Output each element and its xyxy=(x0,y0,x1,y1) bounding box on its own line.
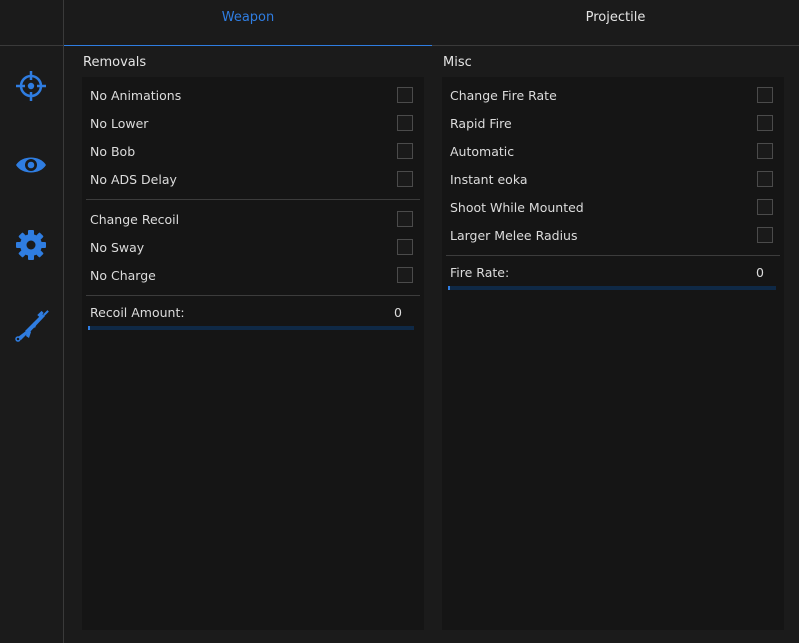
fire-rate-slider[interactable] xyxy=(448,286,776,290)
removals-title: Removals xyxy=(83,55,147,70)
sidebar-item-aimbot[interactable] xyxy=(12,67,50,105)
toggle-label: Rapid Fire xyxy=(450,115,512,131)
misc-panel: Change Fire Rate Rapid Fire Automatic In… xyxy=(442,77,784,630)
toggle-change-fire-rate[interactable]: Change Fire Rate xyxy=(442,81,784,109)
checkbox[interactable] xyxy=(757,171,773,187)
checkbox[interactable] xyxy=(397,143,413,159)
toggle-larger-melee-radius[interactable]: Larger Melee Radius xyxy=(442,221,784,249)
fire-rate-label: Fire Rate: xyxy=(450,265,510,280)
sidebar-item-visuals[interactable] xyxy=(12,146,50,184)
divider xyxy=(86,199,420,200)
eye-icon xyxy=(16,157,46,173)
checkbox[interactable] xyxy=(397,87,413,103)
toggle-label: No Bob xyxy=(90,143,136,159)
checkbox[interactable] xyxy=(757,143,773,159)
removals-panel: No Animations No Lower No Bob No ADS Del… xyxy=(82,77,424,630)
toggle-label: Automatic xyxy=(450,143,515,159)
checkbox[interactable] xyxy=(397,171,413,187)
misc-title: Misc xyxy=(443,55,472,70)
toggle-no-animations[interactable]: No Animations xyxy=(82,81,424,109)
toggle-label: No ADS Delay xyxy=(90,171,177,187)
tab-weapon[interactable]: Weapon xyxy=(64,0,432,46)
toggle-rapid-fire[interactable]: Rapid Fire xyxy=(442,109,784,137)
sidebar-item-settings[interactable] xyxy=(12,226,50,264)
checkbox[interactable] xyxy=(757,87,773,103)
tab-bar: Weapon Projectile xyxy=(64,0,799,46)
divider xyxy=(446,255,780,256)
checkbox[interactable] xyxy=(757,227,773,243)
sidebar-header xyxy=(0,0,63,46)
fire-rate-value: 0 xyxy=(756,265,764,280)
toggle-label: No Animations xyxy=(90,87,182,103)
recoil-amount-label: Recoil Amount: xyxy=(90,305,185,320)
tab-projectile[interactable]: Projectile xyxy=(432,0,799,46)
toggle-shoot-while-mounted[interactable]: Shoot While Mounted xyxy=(442,193,784,221)
sidebar-item-weapon[interactable] xyxy=(12,307,50,345)
toggle-instant-eoka[interactable]: Instant eoka xyxy=(442,165,784,193)
checkbox[interactable] xyxy=(757,115,773,131)
toggle-automatic[interactable]: Automatic xyxy=(442,137,784,165)
divider xyxy=(86,295,420,296)
toggle-label: Shoot While Mounted xyxy=(450,199,584,215)
crosshair-icon xyxy=(16,71,46,101)
toggle-no-charge[interactable]: No Charge xyxy=(82,261,424,289)
toggle-label: Change Fire Rate xyxy=(450,87,557,103)
gear-icon xyxy=(16,230,46,260)
toggle-no-lower[interactable]: No Lower xyxy=(82,109,424,137)
recoil-amount-slider[interactable] xyxy=(88,326,414,330)
toggle-label: Change Recoil xyxy=(90,211,180,227)
toggle-label: Instant eoka xyxy=(450,171,528,187)
toggle-label: Larger Melee Radius xyxy=(450,227,578,243)
toggle-change-recoil[interactable]: Change Recoil xyxy=(82,205,424,233)
toggle-no-sway[interactable]: No Sway xyxy=(82,233,424,261)
toggle-label: No Sway xyxy=(90,239,145,255)
slider-fill xyxy=(88,326,90,330)
checkbox[interactable] xyxy=(397,239,413,255)
checkbox[interactable] xyxy=(757,199,773,215)
app-window: Weapon Projectile Removals No Animations… xyxy=(0,0,799,643)
sidebar xyxy=(0,0,64,643)
checkbox[interactable] xyxy=(397,267,413,283)
checkbox[interactable] xyxy=(397,115,413,131)
slider-fill xyxy=(448,286,450,290)
toggle-label: No Lower xyxy=(90,115,149,131)
toggle-no-ads-delay[interactable]: No ADS Delay xyxy=(82,165,424,193)
checkbox[interactable] xyxy=(397,211,413,227)
recoil-amount-value: 0 xyxy=(394,305,402,320)
rifle-icon xyxy=(15,310,49,342)
toggle-label: No Charge xyxy=(90,267,156,283)
toggle-no-bob[interactable]: No Bob xyxy=(82,137,424,165)
